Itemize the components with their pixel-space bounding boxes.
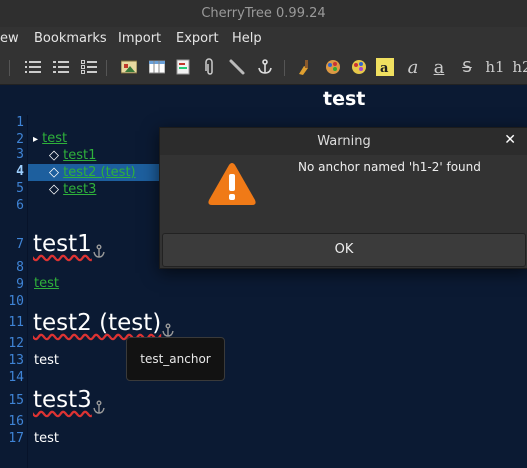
body-text: test (34, 353, 59, 368)
h1-icon[interactable]: h1 (485, 58, 504, 76)
bold-icon[interactable]: a (376, 58, 394, 76)
menu-import[interactable]: Import (118, 31, 161, 46)
toc-item: ◇ test3 (49, 182, 96, 197)
table-icon[interactable] (148, 58, 166, 76)
toc-expander-icon[interactable]: ▸ (33, 134, 38, 145)
toc-link-test3[interactable]: test3 (63, 182, 96, 197)
menu-view[interactable]: ew (0, 31, 19, 46)
heading-test3: test3 (33, 387, 106, 414)
line-number: 14 (8, 370, 24, 385)
underline-icon[interactable]: a (430, 57, 448, 78)
line-number: 17 (8, 431, 24, 446)
line-number: 6 (16, 198, 24, 213)
line-number: 1 (16, 115, 24, 130)
heading-test1: test1 (33, 231, 106, 258)
link-icon[interactable] (228, 58, 246, 76)
line-number-gutter: 1 2 3 4 5 6 7 8 9 10 11 12 13 14 15 16 1… (0, 115, 28, 468)
menubar: ew Bookmarks Import Export Help (0, 27, 527, 52)
line-number: 15 (8, 393, 24, 408)
list-number-icon[interactable] (52, 58, 70, 76)
strikethrough-icon[interactable]: S (458, 58, 476, 76)
image-icon[interactable] (120, 58, 138, 76)
toolbar: a a a S h1 h2 (0, 52, 527, 85)
line-number: 3 (16, 147, 24, 162)
color-fg-icon[interactable] (324, 58, 342, 76)
svg-text:a: a (380, 61, 389, 76)
line-number: 8 (16, 260, 24, 275)
line-number: 2 (16, 132, 24, 147)
anchor-icon[interactable] (92, 394, 106, 414)
toolbar-separator (106, 60, 107, 76)
attachment-icon[interactable] (200, 58, 218, 76)
line-number: 16 (8, 414, 24, 429)
ok-button[interactable]: OK (162, 233, 526, 267)
clear-format-icon[interactable] (296, 58, 314, 76)
toc-diamond-icon: ◇ (49, 165, 59, 180)
menu-help[interactable]: Help (232, 31, 262, 46)
anchor-tooltip: test_anchor (126, 337, 225, 381)
codebox-icon[interactable] (174, 58, 192, 76)
close-icon[interactable]: ✕ (504, 132, 516, 148)
toc-link-root[interactable]: test (42, 131, 67, 146)
toc-item: ◇ test2 (test) (49, 165, 136, 180)
toc-link-test1[interactable]: test1 (63, 148, 96, 163)
link-test[interactable]: test (34, 276, 59, 291)
toc-diamond-icon: ◇ (49, 148, 59, 163)
toc-root: ▸ test (33, 131, 67, 146)
anchor-icon[interactable] (92, 238, 106, 258)
menu-bookmarks[interactable]: Bookmarks (34, 31, 107, 46)
anchor-icon[interactable] (161, 317, 175, 337)
toolbar-separator (9, 60, 10, 76)
list-todo-icon[interactable] (80, 58, 98, 76)
anchor-icon[interactable] (256, 58, 274, 76)
line-number: 12 (8, 336, 24, 351)
color-bg-icon[interactable] (350, 58, 368, 76)
italic-icon[interactable]: a (404, 57, 422, 78)
toc-link-test2[interactable]: test2 (test) (63, 165, 135, 180)
warning-icon (207, 162, 257, 210)
line-number: 9 (16, 277, 24, 292)
line-number: 13 (8, 353, 24, 368)
warning-dialog: Warning ✕ No anchor named 'h1-2' found O… (159, 127, 527, 269)
node-title-bar: test (0, 85, 527, 115)
menu-export[interactable]: Export (176, 31, 219, 46)
toc-item: ◇ test1 (49, 148, 96, 163)
h2-icon[interactable]: h2 (512, 58, 527, 76)
dialog-title: Warning (160, 128, 527, 155)
line-number: 5 (16, 181, 24, 196)
heading-test2: test2 (test) (33, 310, 175, 337)
list-bullet-icon[interactable] (24, 58, 42, 76)
toolbar-separator (284, 60, 285, 76)
line-number: 10 (8, 294, 24, 309)
dialog-message: No anchor named 'h1-2' found (298, 160, 481, 174)
window-title: CherryTree 0.99.24 (0, 0, 527, 27)
toc-diamond-icon: ◇ (49, 182, 59, 197)
body-text: test (34, 431, 59, 446)
line-number: 7 (16, 237, 24, 252)
node-title: test (323, 88, 366, 110)
line-number: 4 (16, 164, 24, 179)
line-number: 11 (8, 315, 24, 330)
